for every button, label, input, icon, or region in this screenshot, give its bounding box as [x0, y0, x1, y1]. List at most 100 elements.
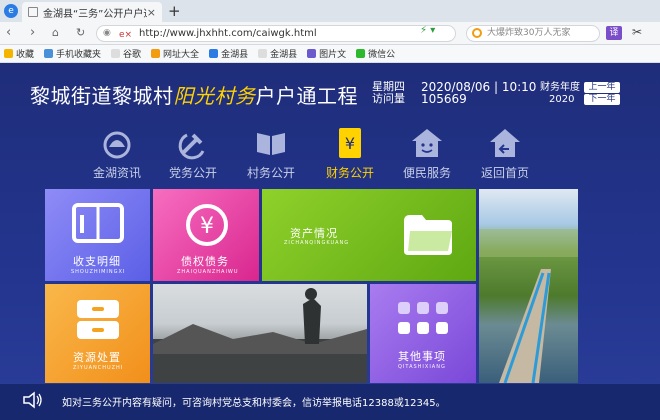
bookmark-label: 金湖县	[221, 50, 249, 60]
page-favicon-icon	[28, 7, 38, 17]
back-icon[interactable]: ‹	[6, 25, 11, 41]
tile-title: 收支明细	[73, 255, 121, 268]
search-engine-icon	[472, 28, 482, 38]
tile-other[interactable]: 其他事项 QITASHIXIANG	[370, 284, 476, 383]
translate-button[interactable]: 译	[606, 26, 622, 40]
visits-count: 105669	[421, 92, 467, 106]
folder-icon	[404, 215, 452, 255]
dots-grid-icon	[398, 302, 448, 334]
bookmark-item[interactable]: 金湖县	[258, 47, 297, 60]
tile-debt[interactable]: ¥ 债权债务 ZHAIQUANZHAIWU	[153, 189, 259, 281]
bookmark-item[interactable]: 收藏	[4, 47, 34, 60]
bookmark-item[interactable]: 金湖县	[209, 47, 248, 60]
address-input[interactable]: ◉ e× http://www.jhxhht.com/caiwgk.html	[96, 25, 456, 42]
tab-close-icon[interactable]: ×	[147, 6, 156, 19]
time: 10:10	[501, 80, 537, 94]
tile-income-expense[interactable]: 收支明细 SHOUZHIMINGXI	[45, 189, 150, 281]
footer-notice: 如对三务公开内容有疑问，可咨询村党总支和村委会，信访举报电话12388或1234…	[62, 398, 446, 409]
nav-item-services[interactable]: 便民服务	[392, 125, 462, 181]
statue-drawing	[153, 288, 367, 383]
page-content: 黎城街道黎城村阳光村务户户通工程 星期四 访问量 2020/08/06 | 10…	[0, 63, 660, 420]
bookmark-label: 图片文	[319, 50, 347, 60]
tile-subtitle: ZICHANQINGKUANG	[284, 240, 350, 246]
nav-label: 财务公开	[325, 166, 374, 180]
bookmark-label: 手机收藏夹	[56, 50, 102, 60]
bookmark-icon	[307, 49, 317, 58]
nav-label: 便民服务	[402, 166, 451, 180]
tile-assets[interactable]: 资产情况 ZICHANQINGKUANG	[262, 189, 476, 281]
statue-photo	[153, 284, 367, 383]
bookmark-icon	[151, 49, 161, 58]
visits-label: 访问量	[372, 92, 405, 105]
prev-year-button[interactable]: 上一年	[584, 82, 620, 93]
smiling-house-icon	[412, 129, 442, 157]
home-return-icon	[490, 129, 520, 157]
site-title-prefix: 黎城街道黎城村	[30, 84, 174, 108]
nav-label: 党务公开	[168, 166, 217, 180]
yuan-circle-icon: ¥	[186, 204, 228, 246]
nav-label: 金湖资讯	[92, 166, 141, 180]
fiscal-year: 2020	[549, 94, 575, 105]
site-info-icon[interactable]: e×	[119, 28, 132, 40]
scissors-icon[interactable]: ✂	[632, 25, 642, 39]
lightning-icon[interactable]: ⚡ ▾	[420, 25, 435, 36]
bridge-drawing	[479, 229, 578, 383]
bookmark-label: 网址大全	[163, 50, 200, 60]
new-tab-button[interactable]: +	[168, 2, 181, 20]
bookmark-item[interactable]: 谷歌	[111, 47, 141, 60]
book-icon	[72, 203, 124, 243]
site-title-highlight: 阳光村务	[173, 84, 256, 108]
party-hammer-sickle-icon	[178, 133, 205, 160]
bookmark-label: 微信公	[368, 50, 396, 60]
nav-item-finance[interactable]: ¥ 财务公开	[315, 125, 385, 181]
browser-tab-bar: e 金湖县“三务”公开户户通工程 × +	[0, 0, 660, 22]
bookmark-item[interactable]: 手机收藏夹	[44, 47, 101, 60]
bookmark-item[interactable]: 网址大全	[151, 47, 199, 60]
tile-subtitle: ZIYUANCHUZHI	[73, 365, 124, 371]
address-toolbar: ‹ › ⌂ ↻ ◉ e× http://www.jhxhht.com/caiwg…	[0, 22, 660, 45]
bookmark-icon	[258, 49, 268, 58]
nav-item-party-affairs[interactable]: 党务公开	[158, 125, 228, 181]
bookmark-icon	[209, 49, 219, 58]
fiscal-year-label: 财务年度	[540, 82, 580, 93]
site-title-suffix: 户户通工程	[255, 84, 358, 108]
nav-item-village-affairs[interactable]: 村务公开	[236, 125, 306, 181]
tile-title: 债权债务	[181, 255, 229, 268]
tile-subtitle: SHOUZHIMINGXI	[71, 269, 126, 275]
search-input[interactable]: 大爆炸致30万人无家	[466, 25, 600, 42]
next-year-button[interactable]: 下一年	[584, 94, 620, 105]
bookmark-label: 收藏	[16, 50, 35, 60]
bookmark-label: 金湖县	[270, 50, 298, 60]
bookmark-icon	[44, 49, 54, 58]
refresh-icon[interactable]: ↻	[76, 25, 85, 41]
lock-icon: ◉	[103, 28, 111, 38]
filing-cabinet-icon	[77, 300, 119, 339]
tile-title: 资源处置	[73, 351, 121, 364]
nav-label: 村务公开	[246, 166, 295, 180]
nav-item-home[interactable]: 返回首页	[470, 125, 540, 181]
star-icon	[4, 49, 13, 58]
site-title: 黎城街道黎城村阳光村务户户通工程	[30, 80, 358, 109]
tile-title: 其他事项	[398, 350, 446, 363]
tile-subtitle: ZHAIQUANZHAIWU	[177, 269, 239, 275]
bookmarks-bar: 收藏 手机收藏夹 谷歌 网址大全 金湖县 金湖县 图片文 微信公	[0, 45, 660, 63]
forward-icon[interactable]: ›	[30, 25, 35, 41]
yuan-ledger-icon: ¥	[339, 128, 361, 158]
speaker-icon	[23, 391, 42, 409]
nav-item-jinhu-news[interactable]: 金湖资讯	[82, 125, 152, 181]
svg-text:¥: ¥	[345, 134, 355, 153]
bookmark-icon	[111, 49, 121, 58]
main-nav: 金湖资讯 党务公开 村务公开 ¥ 财务公开 便民服务 返回首页	[0, 125, 660, 187]
browser-logo-icon: e	[4, 4, 18, 18]
tile-resources[interactable]: 资源处置 ZIYUANCHUZHI	[45, 284, 150, 383]
search-placeholder: 大爆炸致30万人无家	[487, 28, 571, 38]
bookmark-item[interactable]: 微信公	[356, 47, 395, 60]
svg-text:¥: ¥	[200, 214, 214, 239]
home-icon[interactable]: ⌂	[52, 25, 59, 41]
address-url: http://www.jhxhht.com/caiwgk.html	[139, 28, 317, 39]
open-book-icon	[257, 133, 285, 155]
nav-label: 返回首页	[480, 166, 529, 180]
jinhu-news-icon	[103, 131, 131, 159]
bookmark-item[interactable]: 图片文	[307, 47, 346, 60]
browser-tab[interactable]: 金湖县“三务”公开户户通工程 ×	[22, 2, 162, 22]
